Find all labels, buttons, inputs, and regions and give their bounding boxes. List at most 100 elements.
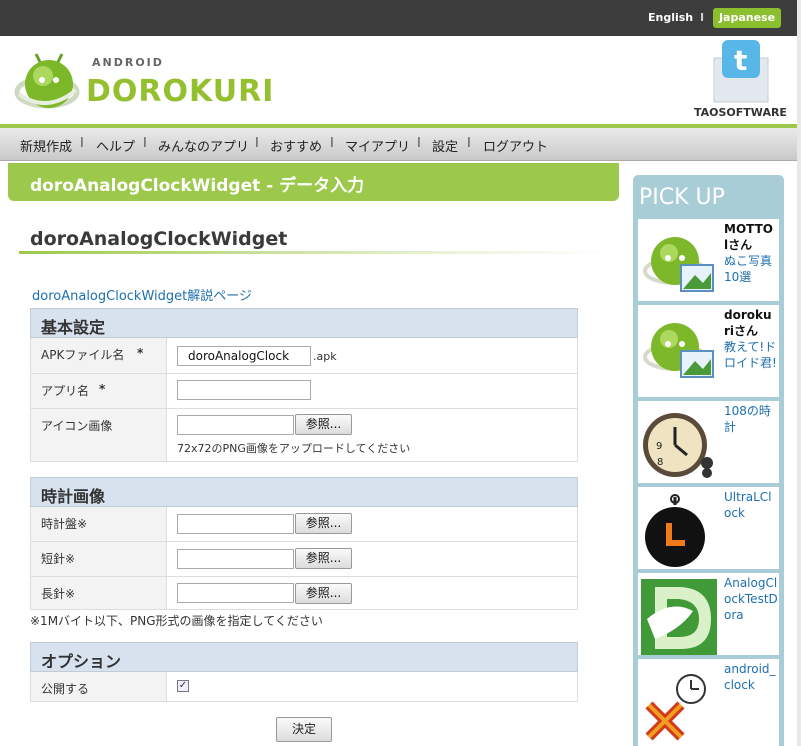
taosoftware-label: TAOSOFTWARE <box>694 106 787 119</box>
dial-label-cell: 時計盤※ <box>31 507 167 541</box>
language-separator: I <box>700 11 705 24</box>
app-name-label: アプリ名 <box>41 384 90 398</box>
pickup-item-text: AnalogClockTestDora <box>724 575 778 623</box>
pickup-author: doroku <box>724 308 772 322</box>
android-photo-icon <box>643 323 714 378</box>
brand-name[interactable]: DOROKURI <box>86 74 274 109</box>
svg-text:t: t <box>734 44 747 77</box>
short-hand-label: 短針※ <box>41 552 76 566</box>
nav-item-my-apps[interactable]: マイアプリ <box>345 136 410 155</box>
icon-label-cell: アイコン画像 <box>31 409 167 461</box>
app-name-input[interactable] <box>177 380 311 400</box>
site-header: ANDROID DOROKURI t TAOSOFTWARE <box>0 36 797 126</box>
clock-images-heading: 時計画像 <box>41 487 106 506</box>
english-link[interactable]: English <box>648 11 693 24</box>
pickup-item-text: MOTTO lさん ぬこ写真10選 <box>724 221 778 285</box>
pickup-item[interactable]: AnalogClockTestDora <box>638 573 779 655</box>
nav-item-settings[interactable]: 設定 <box>432 136 458 155</box>
required-mark: * <box>99 382 106 396</box>
apk-suffix: .apk <box>313 350 337 363</box>
pickup-item-link[interactable]: 教えて!ドロイド君! <box>724 340 777 370</box>
nav-separator: I <box>330 136 334 151</box>
dial-browse-button[interactable]: 参照... <box>295 513 352 534</box>
page-title: doroAnalogClockWidget <box>30 228 288 250</box>
long-hand-label-cell: 長針※ <box>31 577 167 609</box>
pickup-item-text: doroku riさん 教えて!ドロイド君! <box>724 307 778 371</box>
main-nav: 新規作成 I ヘルプ I みんなのアプリ I おすすめ I マイアプリ I 設定… <box>0 128 797 161</box>
pickup-item-link[interactable]: UltraLClock <box>724 490 772 520</box>
analog-clock-icon: 98 <box>643 413 713 478</box>
icon-label: アイコン画像 <box>41 419 113 433</box>
nav-separator: I <box>255 136 259 151</box>
apk-label-cell: APKファイル名 * <box>31 338 167 373</box>
nav-item-recommended[interactable]: おすすめ <box>270 136 322 155</box>
icon-hint: 72x72のPNG画像をアップロードしてください <box>177 442 411 455</box>
pickup-item[interactable]: 98 108の時計 <box>638 401 779 483</box>
svg-text:8: 8 <box>657 457 663 468</box>
app-name-row: アプリ名 * <box>30 374 578 409</box>
dial-row: 時計盤※ 参照... <box>30 507 578 542</box>
nav-separator: I <box>80 136 84 151</box>
pickup-item-link[interactable]: AnalogClockTestDora <box>724 576 778 622</box>
title-band-text: doroAnalogClockWidget - データ入力 <box>30 176 365 196</box>
japanese-button[interactable]: Japanese <box>713 8 781 28</box>
pickup-item-text: UltraLClock <box>724 489 778 521</box>
pickup-item-link[interactable]: 108の時計 <box>724 404 771 434</box>
pickup-item-link[interactable]: android_clock <box>724 662 776 692</box>
publish-checkbox[interactable]: ✓ <box>177 680 189 692</box>
image-size-note: ※1Mバイト以下、PNG形式の画像を指定してください <box>30 614 323 628</box>
nav-separator: I <box>467 136 471 151</box>
long-hand-label: 長針※ <box>41 587 76 601</box>
long-hand-row: 長針※ 参照... <box>30 577 578 610</box>
title-band: doroAnalogClockWidget - データ入力 <box>8 163 619 201</box>
icon-row: アイコン画像 参照... 72x72のPNG画像をアップロードしてください <box>30 409 578 462</box>
pickup-author: MOTTO <box>724 222 773 236</box>
icon-browse-button[interactable]: 参照... <box>295 414 352 435</box>
apk-row: APKファイル名 * doroAnalogClock .apk <box>30 338 578 374</box>
short-hand-label-cell: 短針※ <box>31 542 167 576</box>
top-bar: English I Japanese <box>0 0 797 36</box>
basic-settings-heading: 基本設定 <box>41 318 106 337</box>
window-scrollbar[interactable] <box>797 0 801 746</box>
nav-item-new[interactable]: 新規作成 <box>20 136 72 155</box>
options-header: オプション <box>30 642 578 672</box>
apk-name-input[interactable]: doroAnalogClock <box>177 346 311 366</box>
submit-button[interactable]: 決定 <box>276 717 332 742</box>
basic-settings-header: 基本設定 <box>30 308 578 338</box>
black-clock-icon <box>645 494 705 567</box>
android-logo-icon[interactable] <box>14 50 80 116</box>
nav-item-help[interactable]: ヘルプ <box>96 136 135 155</box>
short-hand-row: 短針※ 参照... <box>30 542 578 577</box>
required-mark: * <box>137 346 144 360</box>
short-hand-file-input[interactable] <box>177 549 294 569</box>
pickup-item-text: android_clock <box>724 661 778 693</box>
nav-item-everyone-apps[interactable]: みんなのアプリ <box>158 136 249 155</box>
pickup-item[interactable]: UltraLClock <box>638 487 779 569</box>
pickup-item-text: 108の時計 <box>724 403 778 435</box>
options-heading: オプション <box>41 652 122 671</box>
short-hand-browse-button[interactable]: 参照... <box>295 548 352 569</box>
pickup-item[interactable]: android_clock <box>638 659 779 746</box>
pickup-author-suffix: lさん <box>724 238 753 252</box>
icon-file-input[interactable] <box>177 415 294 435</box>
nav-item-logout[interactable]: ログアウト <box>483 136 548 155</box>
nav-separator: I <box>143 136 147 151</box>
pickup-item[interactable]: doroku riさん 教えて!ドロイド君! <box>638 305 779 397</box>
publish-label: 公開する <box>41 682 90 696</box>
pickup-item-link[interactable]: ぬこ写真10選 <box>724 254 772 284</box>
dial-file-input[interactable] <box>177 514 294 534</box>
dial-label: 時計盤※ <box>41 517 88 531</box>
long-hand-browse-button[interactable]: 参照... <box>295 583 352 604</box>
green-d-icon <box>641 579 717 655</box>
clock-images-header: 時計画像 <box>30 477 578 507</box>
long-hand-file-input[interactable] <box>177 583 294 603</box>
clock-glyph-icon <box>645 674 706 741</box>
publish-label-cell: 公開する <box>31 672 167 701</box>
apk-label: APKファイル名 <box>41 348 125 362</box>
android-photo-icon <box>643 237 714 292</box>
page-title-underline <box>19 251 609 254</box>
help-page-link[interactable]: doroAnalogClockWidget解説ページ <box>32 285 252 304</box>
pickup-item[interactable]: MOTTO lさん ぬこ写真10選 <box>638 219 779 301</box>
twitter-icon[interactable]: t <box>712 38 770 104</box>
svg-text:9: 9 <box>656 441 662 452</box>
